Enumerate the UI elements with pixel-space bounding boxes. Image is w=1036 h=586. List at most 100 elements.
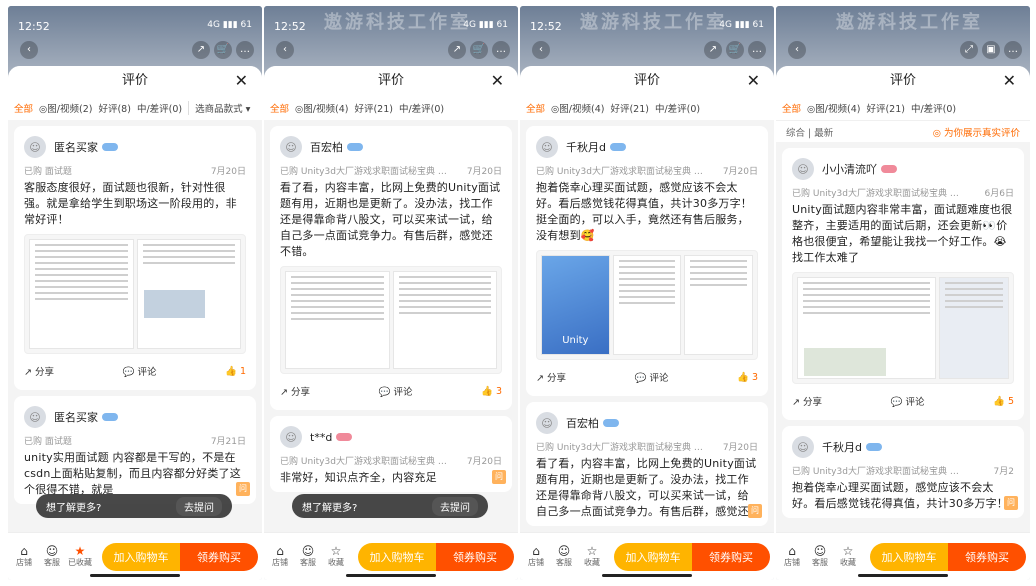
service-button[interactable]: ☺ 客服 <box>808 545 832 568</box>
avatar[interactable]: ☺ <box>536 412 558 434</box>
add-to-cart-button[interactable]: 加入购物车 <box>870 542 948 571</box>
back-icon[interactable]: ‹ <box>788 41 806 59</box>
ask-button[interactable]: 去提问 <box>176 496 222 516</box>
filter-negative[interactable]: 中/差评(0) <box>399 101 444 115</box>
shop-button[interactable]: ⌂ 店铺 <box>268 545 292 568</box>
more-icon[interactable]: … <box>748 41 766 59</box>
review-image[interactable] <box>612 255 682 355</box>
more-icon[interactable]: … <box>492 41 510 59</box>
comment-button[interactable]: 💬 评论 <box>635 370 669 384</box>
ask-button[interactable]: 去提问 <box>432 496 478 516</box>
avatar[interactable]: ☺ <box>24 406 46 428</box>
filter-all[interactable]: 全部 <box>270 101 289 115</box>
filter-sku-dropdown[interactable]: 选商品款式 ▾ <box>188 101 250 115</box>
more-icon[interactable]: … <box>236 41 254 59</box>
avatar[interactable]: ☺ <box>536 136 558 158</box>
close-icon[interactable]: ✕ <box>491 66 504 96</box>
buy-with-coupon-button[interactable]: 领券购买 <box>180 542 258 571</box>
close-icon[interactable]: ✕ <box>1003 66 1016 96</box>
filter-positive[interactable]: 好评(8) <box>98 101 130 115</box>
back-icon[interactable]: ‹ <box>276 41 294 59</box>
share-button[interactable]: ↗ 分享 <box>792 394 822 408</box>
like-button[interactable]: 👍 5 <box>993 396 1014 407</box>
filter-negative[interactable]: 中/差评(0) <box>655 101 700 115</box>
avatar[interactable]: ☺ <box>792 436 814 458</box>
ask-tag-icon[interactable]: 问 <box>492 470 506 484</box>
review-image[interactable] <box>797 277 936 379</box>
filter-media[interactable]: ◎图/视频(4) <box>295 101 348 115</box>
review-image[interactable] <box>684 255 754 355</box>
share-button[interactable]: ↗ 分享 <box>536 370 566 384</box>
filter-media[interactable]: ◎图/视频(4) <box>807 101 860 115</box>
review-images[interactable] <box>280 266 502 374</box>
ask-tag-icon[interactable]: 问 <box>748 504 762 518</box>
back-icon[interactable]: ‹ <box>532 41 550 59</box>
avatar[interactable]: ☺ <box>24 136 46 158</box>
favorite-button[interactable]: ☆ 收藏 <box>580 545 604 568</box>
ask-tag-icon[interactable]: 问 <box>236 482 250 496</box>
shop-button[interactable]: ⌂ 店铺 <box>780 545 804 568</box>
add-to-cart-button[interactable]: 加入购物车 <box>102 542 180 571</box>
back-icon[interactable]: ‹ <box>20 41 38 59</box>
close-icon[interactable]: ✕ <box>747 66 760 96</box>
close-icon[interactable]: ✕ <box>235 66 248 96</box>
favorite-button[interactable]: ★ 已收藏 <box>68 545 92 568</box>
like-button[interactable]: 👍 3 <box>737 372 758 383</box>
review-image[interactable]: Unity <box>541 255 610 355</box>
buy-with-coupon-button[interactable]: 领券购买 <box>436 542 514 571</box>
avatar[interactable]: ☺ <box>280 136 302 158</box>
ask-tag-icon[interactable]: 问 <box>1004 496 1018 510</box>
comment-button[interactable]: 💬 评论 <box>891 394 925 408</box>
filter-negative[interactable]: 中/差评(0) <box>137 101 182 115</box>
add-to-cart-button[interactable]: 加入购物车 <box>614 542 692 571</box>
favorite-button[interactable]: ☆ 收藏 <box>836 545 860 568</box>
comment-button[interactable]: 💬 评论 <box>123 364 157 378</box>
add-to-cart-button[interactable]: 加入购物车 <box>358 542 436 571</box>
review-image[interactable] <box>29 239 134 349</box>
comment-button[interactable]: 💬 评论 <box>379 384 413 398</box>
screenshot-icon[interactable]: ▣ <box>982 41 1000 59</box>
reviewer-name[interactable]: t**d <box>310 431 332 444</box>
review-image[interactable] <box>285 271 390 369</box>
shop-button[interactable]: ⌂ 店铺 <box>12 545 36 568</box>
buy-with-coupon-button[interactable]: 领券购买 <box>692 542 770 571</box>
share-button[interactable]: ↗ 分享 <box>280 384 310 398</box>
share-icon[interactable]: ↗ <box>448 41 466 59</box>
review-images[interactable] <box>792 272 1014 384</box>
shop-button[interactable]: ⌂ 店铺 <box>524 545 548 568</box>
like-button[interactable]: 👍 1 <box>225 366 246 377</box>
share-icon[interactable]: ↗ <box>192 41 210 59</box>
fullscreen-icon[interactable]: ⤢ <box>960 41 978 59</box>
like-button[interactable]: 👍 3 <box>481 386 502 397</box>
cart-icon[interactable]: 🛒 <box>726 41 744 59</box>
review-images[interactable]: Unity <box>536 250 758 360</box>
filter-media[interactable]: ◎图/视频(4) <box>551 101 604 115</box>
cart-icon[interactable]: 🛒 <box>214 41 232 59</box>
review-images[interactable] <box>24 234 246 354</box>
favorite-button[interactable]: ☆ 收藏 <box>324 545 348 568</box>
more-icon[interactable]: … <box>1004 41 1022 59</box>
reviewer-name[interactable]: 千秋月d <box>822 439 862 455</box>
filter-positive[interactable]: 好评(21) <box>354 101 393 115</box>
reviewer-name[interactable]: 匿名买家 <box>54 409 98 425</box>
share-button[interactable]: ↗ 分享 <box>24 364 54 378</box>
sort-tabs[interactable]: 综合 | 最新 <box>786 125 833 139</box>
filter-all[interactable]: 全部 <box>14 101 33 115</box>
review-image[interactable] <box>136 239 241 349</box>
filter-positive[interactable]: 好评(21) <box>610 101 649 115</box>
review-image[interactable] <box>938 277 1009 379</box>
filter-media[interactable]: ◎图/视频(2) <box>39 101 92 115</box>
reviewer-name[interactable]: 百宏柏 <box>310 139 343 155</box>
reviewer-name[interactable]: 百宏柏 <box>566 415 599 431</box>
filter-all[interactable]: 全部 <box>526 101 545 115</box>
service-button[interactable]: ☺ 客服 <box>40 545 64 568</box>
avatar[interactable]: ☺ <box>792 158 814 180</box>
service-button[interactable]: ☺ 客服 <box>552 545 576 568</box>
service-button[interactable]: ☺ 客服 <box>296 545 320 568</box>
filter-positive[interactable]: 好评(21) <box>866 101 905 115</box>
review-image[interactable] <box>392 271 497 369</box>
reviewer-name[interactable]: 小小清流吖 <box>822 161 877 177</box>
reviewer-name[interactable]: 匿名买家 <box>54 139 98 155</box>
buy-with-coupon-button[interactable]: 领券购买 <box>948 542 1026 571</box>
reviewer-name[interactable]: 千秋月d <box>566 139 606 155</box>
